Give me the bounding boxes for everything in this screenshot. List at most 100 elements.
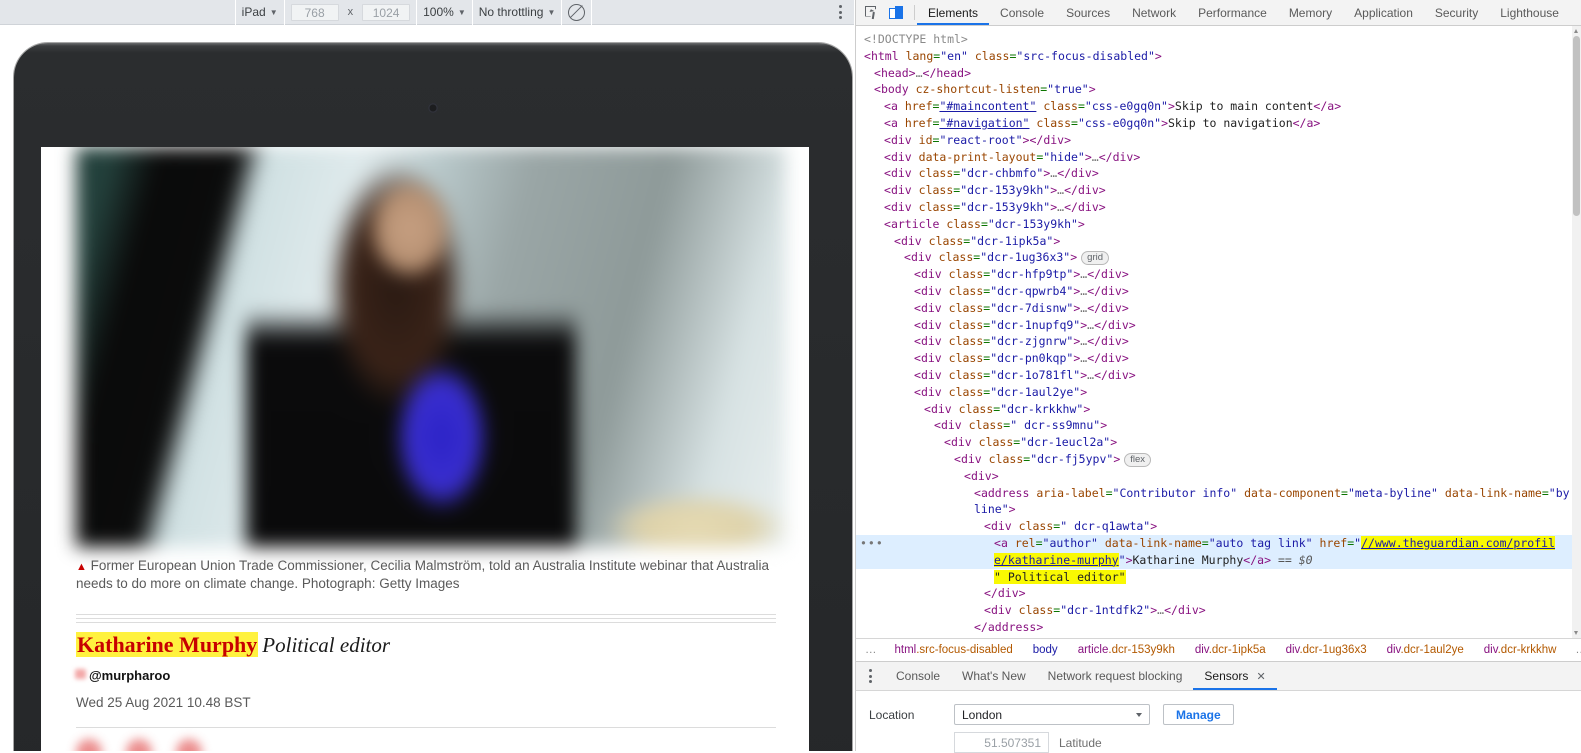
devtools-toggle-buttons [856,0,912,25]
share-facebook-icon[interactable] [76,739,102,751]
dom-tree-line[interactable]: <div class="dcr-zjgnrw">…</div> [856,333,1572,350]
drawer-tab-sensors[interactable]: Sensors✕ [1193,662,1276,690]
chevron-down-icon: ▼ [458,9,466,17]
dom-tree-line[interactable]: <html lang="en" class="src-focus-disable… [856,48,1572,65]
dom-tree-line[interactable]: <div class="dcr-krkkhw"> [856,401,1572,418]
breadcrumb-item-div[interactable]: div.dcr-1ipk5a [1185,644,1276,656]
dom-tree-line[interactable]: <div class=" dcr-q1awta"> [856,518,1572,535]
share-buttons[interactable] [76,739,202,751]
dom-tree-scrollbar[interactable] [1572,26,1581,638]
dom-tree-line[interactable]: <div class="dcr-153y9kh">…</div> [856,182,1572,199]
devtools-tab-elements[interactable]: Elements [917,0,989,25]
breadcrumb-item-div[interactable]: div.dcr-1aul2ye [1377,644,1474,656]
dom-tree-line[interactable]: <a href="#navigation" class="css-e0gq0n"… [856,115,1572,132]
zoom-value: 100% [423,5,454,19]
dom-tree-line[interactable]: e/katharine-murphy">Katharine Murphy</a>… [856,552,1572,569]
dom-tree-line[interactable]: •••<a rel="author" data-link-name="auto … [856,535,1572,552]
dom-tree-line[interactable]: <div class="dcr-qpwrb4">…</div> [856,283,1572,300]
dom-tree-line[interactable]: <div class="dcr-1eucl2a"> [856,434,1572,451]
drawer-tab-label: What's New [962,669,1026,683]
dom-tree-line[interactable]: <!DOCTYPE html> [856,31,1572,48]
devtools-window: iPad ▼ 768 x 1024 100% ▼ No throttling ▼ [0,0,1581,751]
device-emulation-pane: iPad ▼ 768 x 1024 100% ▼ No throttling ▼ [0,0,855,751]
scroll-up-arrow-icon[interactable] [1572,26,1581,36]
devtools-tab-lighthouse[interactable]: Lighthouse [1489,0,1570,25]
drawer-tab-what-s-new[interactable]: What's New [951,662,1037,690]
dom-tree-line[interactable]: <div class="dcr-153y9kh">…</div> [856,199,1572,216]
dom-tree-line[interactable]: </address> [856,619,1572,636]
viewport-height-input[interactable]: 1024 [362,4,410,21]
author-twitter-handle[interactable]: @murpharoo [89,668,170,683]
sensors-panel: Location London Manage 51.507351 Latitud… [856,691,1581,751]
dom-tree-line[interactable]: <head>…</head> [856,65,1572,82]
drawer-tab-console[interactable]: Console [885,662,951,690]
share-twitter-icon[interactable] [126,739,152,751]
scroll-down-arrow-icon[interactable] [1572,628,1581,638]
publish-date: Wed 25 Aug 2021 10.48 BST [76,695,251,710]
breadcrumb-item-html[interactable]: html.src-focus-disabled [885,644,1023,656]
zoom-selector[interactable]: 100% ▼ [417,0,472,25]
breadcrumb-item-body[interactable]: body [1023,644,1068,656]
close-icon[interactable]: ✕ [1256,670,1265,683]
viewport-width-input[interactable]: 768 [291,4,339,21]
breadcrumb-item-div[interactable]: div.dcr-krkkhw [1474,644,1567,656]
dom-tree-line[interactable]: <article class="dcr-153y9kh"> [856,216,1572,233]
dom-tree-line[interactable]: <div class="dcr-fj5ypv">flex [856,451,1572,468]
dom-tree-line[interactable]: <div class="dcr-chbmfo">…</div> [856,165,1572,182]
device-toolbar-menu-button[interactable] [827,5,854,19]
dom-tree-line[interactable]: line"> [856,501,1572,518]
dom-tree-line[interactable]: <div> [856,468,1572,485]
dom-tree-line[interactable]: <div data-print-layout="hide">…</div> [856,149,1572,166]
breadcrumb-item-div[interactable]: div.dcr-1ug36x3 [1276,644,1377,656]
dom-tree-line[interactable]: <div class=" dcr-ss9mnu"> [856,417,1572,434]
share-email-icon[interactable] [176,739,202,751]
drawer-tab-network-request-blocking[interactable]: Network request blocking [1037,662,1194,690]
inspect-element-icon[interactable] [865,6,879,20]
dom-tree-line[interactable]: <div class="dcr-pn0kqp">…</div> [856,350,1572,367]
devtools-tab-console[interactable]: Console [989,0,1055,25]
devtools-tab-sources[interactable]: Sources [1055,0,1121,25]
dom-tree-line[interactable]: <div class="dcr-1aul2ye"> [856,384,1572,401]
devtools-tab-memory[interactable]: Memory [1278,0,1343,25]
devtools-tab-application[interactable]: Application [1343,0,1424,25]
dom-tree-line[interactable]: " Political editor" [856,569,1572,586]
dom-tree-line[interactable]: </div> [856,585,1572,602]
chevron-down-icon: ▼ [547,9,555,17]
location-select-value: London [962,708,1136,722]
dom-tree-line[interactable]: <a href="#maincontent" class="css-e0gq0n… [856,98,1572,115]
dom-tree-line[interactable]: <div class="dcr-1ug36x3">grid [856,249,1572,266]
dom-tree-line[interactable]: <address aria-label="Contributor info" d… [856,485,1572,502]
dom-tree-line[interactable]: <div class="dcr-hfp9tp">…</div> [856,266,1572,283]
dom-tree-line[interactable]: <div class="dcr-7disnw">…</div> [856,300,1572,317]
line-overflow-dots[interactable]: ••• [860,535,884,552]
manage-locations-button[interactable]: Manage [1163,704,1234,725]
dom-tree[interactable]: <!DOCTYPE html><html lang="en" class="sr… [856,26,1572,638]
byline-author-link[interactable]: Katharine Murphy [76,632,258,657]
dom-tree-line[interactable]: <div class="dcr-1o781fl">…</div> [856,367,1572,384]
breadcrumb-overflow-right[interactable]: … [1566,644,1581,656]
latitude-input[interactable]: 51.507351 [954,732,1049,753]
dom-tree-line[interactable]: <div class="dcr-1ntdfk2">…</div> [856,602,1572,619]
emulated-page-screen[interactable]: ▲ Former European Union Trade Commission… [41,147,809,751]
devtools-tab-security[interactable]: Security [1424,0,1489,25]
image-caption: ▲ Former European Union Trade Commission… [76,557,776,593]
dom-tree-line[interactable]: <div class="dcr-1ipk5a"> [856,233,1572,250]
device-selector[interactable]: iPad ▼ [236,0,284,25]
devtools-tab-performance[interactable]: Performance [1187,0,1278,25]
drawer-menu-button[interactable] [856,662,885,690]
breadcrumb-item-article[interactable]: article.dcr-153y9kh [1068,644,1185,656]
scrollbar-thumb[interactable] [1573,36,1580,216]
dom-tree-line[interactable]: <div class="dcr-1nupfq9">…</div> [856,317,1572,334]
throttling-selector[interactable]: No throttling ▼ [473,0,562,25]
rotate-device-button[interactable] [562,0,591,25]
throttling-value: No throttling [479,5,544,19]
location-select[interactable]: London [954,704,1150,725]
dom-tree-line[interactable]: <body cz-shortcut-listen="true"> [856,81,1572,98]
device-toolbar-icon[interactable] [889,6,903,20]
dom-tree-line[interactable]: <div id="react-root"></div> [856,132,1572,149]
devtools-tab-network[interactable]: Network [1121,0,1187,25]
dom-tree-panel[interactable]: <!DOCTYPE html><html lang="en" class="sr… [856,26,1581,638]
devtools-tabbar: ElementsConsoleSourcesNetworkPerformance… [856,0,1581,26]
breadcrumb-overflow-left[interactable]: … [856,644,885,656]
no-throttling-slash-icon [568,4,585,21]
